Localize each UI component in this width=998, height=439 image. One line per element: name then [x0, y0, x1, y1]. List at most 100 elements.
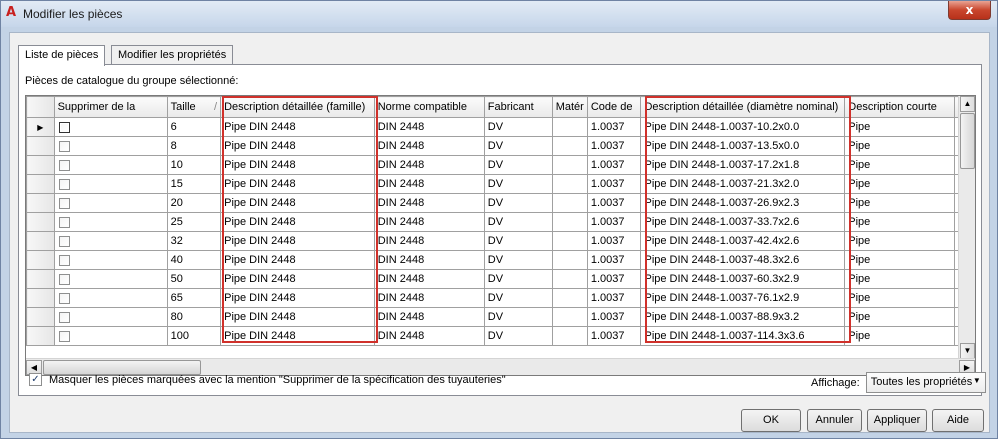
hide-marked-label[interactable]: Masquer les pièces marquées avec la ment…	[49, 374, 506, 386]
remove-checkbox[interactable]	[58, 197, 70, 209]
remove-checkbox[interactable]	[58, 140, 70, 152]
table-cell[interactable]: DIN 2448	[373, 155, 485, 175]
table-cell[interactable]	[551, 155, 588, 175]
table-cell[interactable]: Pipe DIN 2448-1.0037-88.9x3.2	[640, 307, 846, 327]
row-header[interactable]	[26, 250, 55, 270]
remove-checkbox[interactable]	[58, 178, 70, 190]
table-cell[interactable]: 1.0037	[586, 212, 642, 232]
table-cell[interactable]: 1.0037	[586, 231, 642, 251]
table-cell[interactable]: Pipe	[844, 136, 956, 156]
table-row[interactable]: 25 Pipe DIN 2448 DIN 2448 DV 1.0037 Pipe DIN …	[26, 212, 975, 232]
remove-cell[interactable]	[53, 212, 168, 232]
table-cell[interactable]	[551, 117, 588, 137]
column-header[interactable]: Code de	[586, 96, 642, 118]
table-cell[interactable]: Pipe	[844, 326, 956, 346]
table-row[interactable]: 8 Pipe DIN 2448 DIN 2448 DV 1.0037 Pipe DIN 2…	[26, 136, 975, 156]
column-header[interactable]: Description courte	[844, 96, 956, 118]
table-cell[interactable]: Pipe DIN 2448-1.0037-17.2x1.8	[640, 155, 846, 175]
tab-liste-de-pieces[interactable]: Liste de pièces	[18, 45, 106, 66]
table-cell[interactable]: 20	[166, 193, 222, 213]
table-cell[interactable]: 1.0037	[586, 326, 642, 346]
table-cell[interactable]	[551, 307, 588, 327]
table-cell[interactable]: Pipe	[844, 117, 956, 137]
table-cell[interactable]: Pipe DIN 2448-1.0037-13.5x0.0	[640, 136, 846, 156]
table-cell[interactable]: 65	[166, 288, 222, 308]
remove-cell[interactable]	[53, 174, 168, 194]
table-cell[interactable]: 6	[166, 117, 222, 137]
table-cell[interactable]: 25	[166, 212, 222, 232]
table-cell[interactable]: Pipe	[844, 231, 956, 251]
table-cell[interactable]: Pipe DIN 2448	[220, 269, 375, 289]
title-bar[interactable]: A Modifier les pièces x	[1, 1, 997, 27]
table-cell[interactable]: Pipe	[844, 155, 956, 175]
table-cell[interactable]: Pipe DIN 2448-1.0037-42.4x2.6	[640, 231, 846, 251]
row-header[interactable]	[26, 231, 55, 251]
table-cell[interactable]: DIN 2448	[373, 174, 485, 194]
table-cell[interactable]: Pipe DIN 2448-1.0037-21.3x2.0	[640, 174, 846, 194]
apply-button[interactable]: Appliquer	[867, 409, 927, 432]
remove-cell[interactable]	[53, 136, 168, 156]
table-cell[interactable]: DIN 2448	[373, 117, 485, 137]
row-header[interactable]: ▶	[26, 117, 55, 137]
table-cell[interactable]: Pipe	[844, 307, 956, 327]
vertical-scroll-thumb[interactable]	[960, 113, 975, 169]
remove-cell[interactable]	[53, 250, 168, 270]
column-header[interactable]: Supprimer de la	[53, 96, 168, 118]
table-cell[interactable]: 1.0037	[586, 136, 642, 156]
table-cell[interactable]: DV	[483, 231, 553, 251]
table-row[interactable]: 50 Pipe DIN 2448 DIN 2448 DV 1.0037 Pipe DIN …	[26, 269, 975, 289]
remove-cell[interactable]	[53, 193, 168, 213]
table-row[interactable]: 80 Pipe DIN 2448 DIN 2448 DV 1.0037 Pipe DIN …	[26, 307, 975, 327]
table-cell[interactable]: Pipe DIN 2448	[220, 117, 375, 137]
row-header[interactable]	[26, 212, 55, 232]
table-cell[interactable]: DIN 2448	[373, 231, 485, 251]
remove-checkbox[interactable]	[58, 159, 70, 171]
table-cell[interactable]: DIN 2448	[373, 307, 485, 327]
table-row[interactable]: ▶ 6 Pipe DIN 2448 DIN 2448 DV 1.0037 Pipe DIN …	[26, 117, 975, 137]
table-row[interactable]: 65 Pipe DIN 2448 DIN 2448 DV 1.0037 Pipe DIN …	[26, 288, 975, 308]
row-header[interactable]	[26, 269, 55, 289]
table-cell[interactable]: Pipe DIN 2448	[220, 250, 375, 270]
table-cell[interactable]: Pipe DIN 2448-1.0037-33.7x2.6	[640, 212, 846, 232]
table-cell[interactable]: 15	[166, 174, 222, 194]
table-row[interactable]: 10 Pipe DIN 2448 DIN 2448 DV 1.0037 Pipe DIN …	[26, 155, 975, 175]
table-cell[interactable]: Pipe DIN 2448-1.0037-76.1x2.9	[640, 288, 846, 308]
vertical-scrollbar[interactable]: ▲ ▼	[958, 96, 975, 359]
table-cell[interactable]: Pipe DIN 2448	[220, 174, 375, 194]
column-header[interactable]: Taille /	[166, 96, 222, 118]
scroll-up-icon[interactable]: ▲	[960, 96, 975, 112]
table-cell[interactable]: DV	[483, 155, 553, 175]
table-cell[interactable]: DV	[483, 326, 553, 346]
table-cell[interactable]	[551, 231, 588, 251]
table-cell[interactable]: Pipe	[844, 174, 956, 194]
table-cell[interactable]: 1.0037	[586, 269, 642, 289]
display-dropdown[interactable]: Toutes les propriétés ▼	[865, 372, 986, 393]
table-cell[interactable]	[551, 136, 588, 156]
table-cell[interactable]: DIN 2448	[373, 193, 485, 213]
column-header[interactable]: Fabricant	[483, 96, 553, 118]
table-cell[interactable]: 80	[166, 307, 222, 327]
table-cell[interactable]: 100	[166, 326, 222, 346]
remove-checkbox[interactable]	[58, 273, 70, 285]
table-cell[interactable]: DV	[483, 117, 553, 137]
table-cell[interactable]: Pipe DIN 2448	[220, 231, 375, 251]
table-cell[interactable]	[551, 212, 588, 232]
table-cell[interactable]	[551, 174, 588, 194]
table-cell[interactable]: 1.0037	[586, 155, 642, 175]
table-cell[interactable]: Pipe	[844, 250, 956, 270]
remove-checkbox[interactable]	[58, 254, 70, 266]
table-cell[interactable]: Pipe DIN 2448-1.0037-10.2x0.0	[640, 117, 846, 137]
remove-checkbox[interactable]	[58, 121, 70, 133]
table-cell[interactable]: Pipe DIN 2448-1.0037-60.3x2.9	[640, 269, 846, 289]
table-cell[interactable]: Pipe DIN 2448	[220, 212, 375, 232]
table-row[interactable]: 100 Pipe DIN 2448 DIN 2448 DV 1.0037 Pipe DIN…	[26, 326, 975, 346]
remove-checkbox[interactable]	[58, 292, 70, 304]
table-cell[interactable]: 1.0037	[586, 193, 642, 213]
ok-button[interactable]: OK	[741, 409, 801, 432]
table-cell[interactable]: DIN 2448	[373, 326, 485, 346]
table-row[interactable]: 32 Pipe DIN 2448 DIN 2448 DV 1.0037 Pipe DIN …	[26, 231, 975, 251]
table-cell[interactable]: Pipe DIN 2448-1.0037-48.3x2.6	[640, 250, 846, 270]
table-cell[interactable]: DV	[483, 269, 553, 289]
close-button[interactable]: x	[948, 1, 991, 20]
row-header[interactable]	[26, 193, 55, 213]
